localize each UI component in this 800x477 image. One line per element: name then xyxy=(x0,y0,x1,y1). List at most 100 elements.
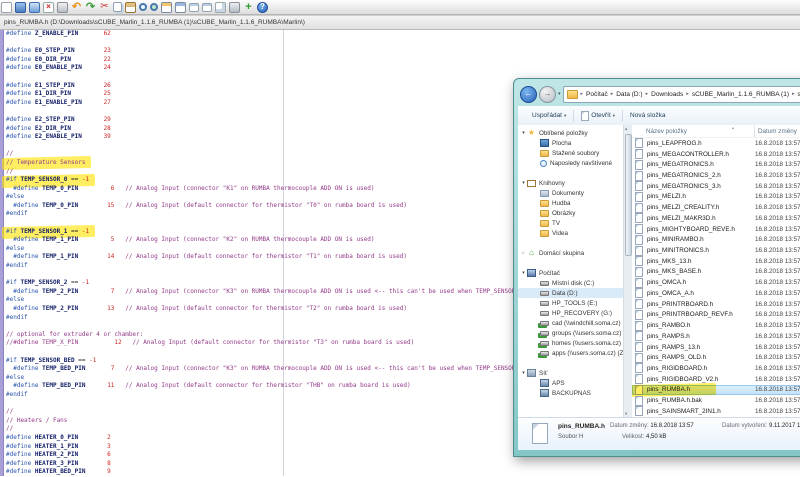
breadcrumb-item[interactable]: Počítač xyxy=(584,91,610,98)
open-button[interactable]: Otevřít ▾ xyxy=(574,106,622,125)
find-icon[interactable] xyxy=(139,3,147,11)
sidebar-item-s-[interactable]: ▾Síť xyxy=(518,368,623,378)
sidebar-item-m-stn-disk-c-[interactable]: Místní disk (C:) xyxy=(518,278,623,288)
file-row[interactable]: pins_MEGATRONICS.h16.8.2018 13:57 xyxy=(632,159,800,170)
scroll-up-icon[interactable]: ▴ xyxy=(625,126,627,132)
file-row[interactable]: pins_MELZI_CREALITY.h16.8.2018 13:57 xyxy=(632,202,800,213)
file-row[interactable]: pins_RAMPS_13.h16.8.2018 13:57 xyxy=(632,342,800,353)
sidebar-item-homes-users-soma-cz-[interactable]: homes (\\users.soma.cz) xyxy=(518,338,623,348)
sidebar-item-obr-zky[interactable]: Obrázky xyxy=(518,208,623,218)
sidebar-item-dom-c-skupina[interactable]: ▹Domácí skupina xyxy=(518,248,623,258)
sidebar-item-apps-users-soma-cz-z[interactable]: apps (\\users.soma.cz) (Z xyxy=(518,348,623,358)
scroll-thumb[interactable] xyxy=(625,134,632,256)
code-explorer-icon[interactable] xyxy=(215,2,226,13)
sidebar-item-groups-users-soma-cz-[interactable]: groups (\\users.soma.cz) xyxy=(518,328,623,338)
history-dropdown-icon[interactable]: ▾ xyxy=(558,91,561,97)
sidebar-item-knihovny[interactable]: ▾Knihovny xyxy=(518,178,623,188)
expander-icon[interactable]: ▾ xyxy=(520,370,527,376)
file-row[interactable]: pins_MELZI_MAKR3D.h16.8.2018 13:57 xyxy=(632,213,800,224)
netdrive-icon xyxy=(540,331,549,336)
new-window-icon[interactable] xyxy=(161,2,172,13)
file-row[interactable]: pins_RAMBO.h16.8.2018 13:57 xyxy=(632,320,800,331)
close-window-icon[interactable] xyxy=(175,2,186,13)
editor-tab[interactable]: pins_RUMBA.h (D:\Downloads\sCUBE_Marlin_… xyxy=(4,19,305,26)
breadcrumb-item[interactable]: Data (D:) xyxy=(614,91,644,98)
column-header-date[interactable]: Datum změny xyxy=(754,125,800,137)
file-row[interactable]: pins_MINIRAMBO.h16.8.2018 13:57 xyxy=(632,234,800,245)
sidebar-item-hp-tools-e-[interactable]: HP_TOOLS (E:) xyxy=(518,298,623,308)
tools-icon[interactable] xyxy=(229,2,240,13)
undo-icon[interactable]: ↶ xyxy=(71,2,82,13)
tile-windows-icon[interactable] xyxy=(202,3,212,12)
sidebar-item-data-d-[interactable]: Data (D:) xyxy=(518,288,623,298)
file-row[interactable]: pins_MELZI.h16.8.2018 13:57 xyxy=(632,192,800,203)
sidebar-item-backupnas[interactable]: BACKUPNAS xyxy=(518,388,623,398)
expander-icon[interactable]: ▾ xyxy=(520,130,527,136)
file-row[interactable]: pins_MKS_BASE.h16.8.2018 13:57 xyxy=(632,267,800,278)
sidebar-item-hp-recovery-g-[interactable]: HP_RECOVERY (G:) xyxy=(518,308,623,318)
close-file-icon[interactable]: × xyxy=(43,2,54,13)
file-row[interactable]: pins_MEGATRONICS_3.h16.8.2018 13:57 xyxy=(632,181,800,192)
file-row[interactable]: pins_MEGATRONICS_2.h16.8.2018 13:57 xyxy=(632,170,800,181)
file-row[interactable]: pins_MEGACONTROLLER.h16.8.2018 13:57 xyxy=(632,149,800,160)
file-row[interactable]: pins_RUMBA.h.bak16.8.2018 13:57 xyxy=(632,395,800,406)
file-row[interactable]: pins_OMCA_A.h16.8.2018 13:57 xyxy=(632,288,800,299)
file-row[interactable]: pins_OMCA.h16.8.2018 13:57 xyxy=(632,277,800,288)
sidebar-item-plocha[interactable]: Plocha xyxy=(518,138,623,148)
breadcrumb-item[interactable]: Downloads xyxy=(649,91,685,98)
highlight-annotation: // Temperature Sensors xyxy=(6,159,85,168)
file-row[interactable]: pins_LEAPFROG.h16.8.2018 13:57 xyxy=(632,138,800,149)
file-icon xyxy=(635,321,643,331)
sidebar-item-naposledy-nav-t-ven-[interactable]: Naposledy navštívené xyxy=(518,158,623,168)
explorer-window[interactable]: ← → ▾ ▸Počítač▸Data (D:)▸Downloads▸sCUBE… xyxy=(513,78,800,457)
file-row[interactable]: pins_RUMBA.h16.8.2018 13:57 xyxy=(632,385,800,396)
sidebar-item-obl-ben-polo-ky[interactable]: ▾Oblíbené položky xyxy=(518,128,623,138)
file-row[interactable]: pins_MIGHTYBOARD_REVE.h16.8.2018 13:57 xyxy=(632,224,800,235)
selected-file-icon xyxy=(532,423,548,444)
file-row[interactable]: pins_SAINSMART_2IN1.h16.8.2018 13:57 xyxy=(632,406,800,417)
new-file-icon[interactable] xyxy=(1,2,12,13)
file-row[interactable]: pins_RIGIDBOARD_V2.h16.8.2018 13:57 xyxy=(632,374,800,385)
paste-icon[interactable] xyxy=(125,2,136,13)
organize-button[interactable]: Uspořádat ▾ xyxy=(525,106,573,125)
file-row[interactable]: pins_PRINTRBOARD_REVF.h16.8.2018 13:57 xyxy=(632,310,800,321)
sidebar-item-tv[interactable]: TV xyxy=(518,218,623,228)
expander-icon[interactable]: ▾ xyxy=(520,270,527,276)
cut-icon[interactable]: ✂ xyxy=(99,2,110,13)
file-row[interactable]: pins_RAMPS.h16.8.2018 13:57 xyxy=(632,331,800,342)
file-row[interactable]: pins_PRINTRBOARD.h16.8.2018 13:57 xyxy=(632,299,800,310)
sidebar-item-po-ta-[interactable]: ▾Počítač xyxy=(518,268,623,278)
help-icon[interactable]: ? xyxy=(257,2,268,13)
open-file-icon[interactable] xyxy=(15,2,26,13)
file-row[interactable]: pins_MKS_13.h16.8.2018 13:57 xyxy=(632,256,800,267)
nav-scrollbar[interactable]: ▴ ▾ xyxy=(623,125,632,418)
breadcrumb-item[interactable]: sCUBE_Marlin_1.1.6_RUMBA (1) xyxy=(690,91,791,98)
editor-gutter xyxy=(0,29,4,476)
homegroup-icon xyxy=(527,249,536,257)
new-folder-button[interactable]: Nová složka xyxy=(623,106,672,125)
forward-button[interactable]: → xyxy=(539,86,556,103)
column-header-name[interactable]: Název položky xyxy=(632,128,754,135)
sidebar-item-videa[interactable]: Videa xyxy=(518,228,623,238)
file-row[interactable]: pins_RAMPS_OLD.h16.8.2018 13:57 xyxy=(632,352,800,363)
expander-icon[interactable]: ▾ xyxy=(520,180,527,186)
sidebar-item-hudba[interactable]: Hudba xyxy=(518,198,623,208)
sidebar-item-sta-en-soubory[interactable]: Stažené soubory xyxy=(518,148,623,158)
breadcrumb-item[interactable]: sCUBE_M xyxy=(796,91,800,98)
add-plugin-icon[interactable]: + xyxy=(243,2,254,13)
address-field[interactable]: ▸Počítač▸Data (D:)▸Downloads▸sCUBE_Marli… xyxy=(563,86,800,103)
expander-icon[interactable]: ▹ xyxy=(520,250,527,256)
sidebar-item-dokumenty[interactable]: Dokumenty xyxy=(518,188,623,198)
print-icon[interactable] xyxy=(57,2,68,13)
navigation-pane[interactable]: ▾Oblíbené položkyPlochaStažené souboryNa… xyxy=(518,125,623,418)
save-file-icon[interactable] xyxy=(29,2,40,13)
copy-icon[interactable] xyxy=(113,2,122,12)
find-in-files-icon[interactable] xyxy=(150,3,158,11)
sidebar-item-cad-windchill-soma-cz-[interactable]: cad (\\windchill.soma.cz) xyxy=(518,318,623,328)
file-row[interactable]: pins_RIGIDBOARD.h16.8.2018 13:57 xyxy=(632,363,800,374)
file-row[interactable]: pins_MINITRONICS.h16.8.2018 13:57 xyxy=(632,245,800,256)
cascade-windows-icon[interactable] xyxy=(189,3,199,12)
redo-icon[interactable]: ↷ xyxy=(85,2,96,13)
sidebar-item-aps[interactable]: APS xyxy=(518,378,623,388)
back-button[interactable]: ← xyxy=(520,86,537,103)
